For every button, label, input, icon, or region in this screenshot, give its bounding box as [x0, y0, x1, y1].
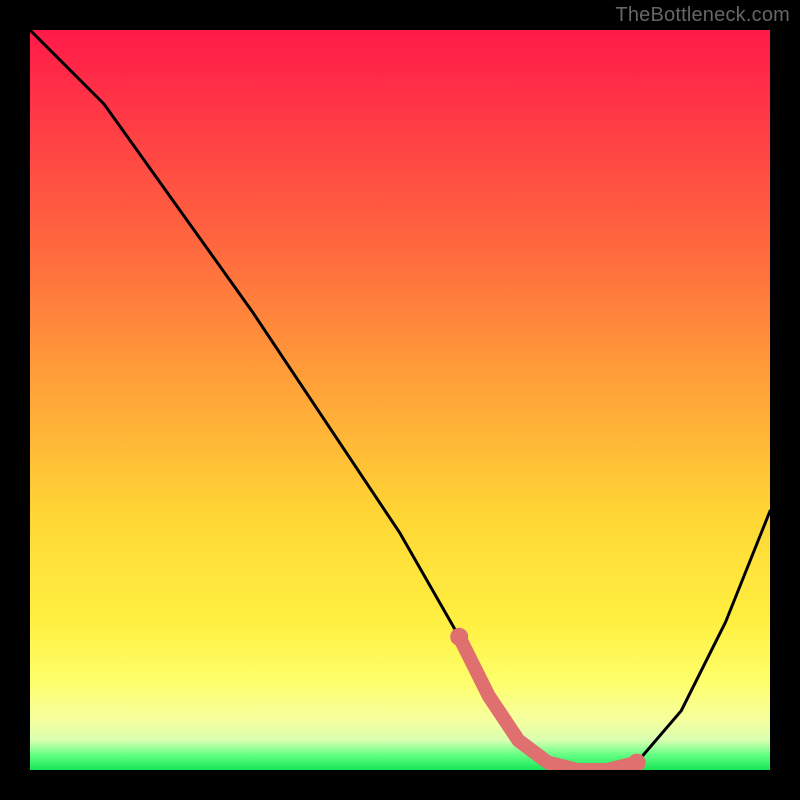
- chart-stage: TheBottleneck.com: [0, 0, 800, 800]
- highlight-segment-path: [459, 637, 637, 770]
- watermark-text: TheBottleneck.com: [615, 4, 790, 27]
- curve-layer: [30, 30, 770, 770]
- bottleneck-curve-path: [30, 30, 770, 770]
- highlight-start-dot: [450, 628, 468, 646]
- plot-area: [30, 30, 770, 770]
- highlight-end-dot: [628, 754, 646, 770]
